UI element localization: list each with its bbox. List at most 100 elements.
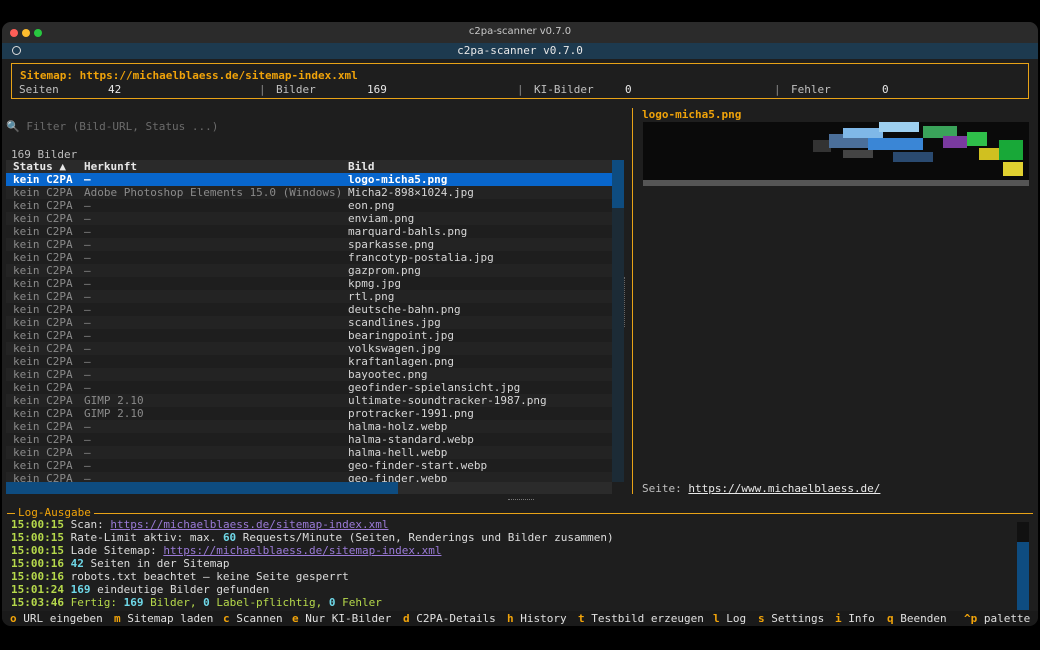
stat-label: Bilder bbox=[276, 83, 316, 96]
footer-key-log[interactable]: l Log bbox=[713, 611, 746, 626]
cell-herkunft: – bbox=[84, 355, 91, 368]
log-timestamp: 15:01:24 bbox=[11, 583, 64, 596]
key-hint: l bbox=[713, 612, 720, 625]
footer-key-sitemap-laden[interactable]: m Sitemap laden bbox=[114, 611, 213, 626]
table-row[interactable]: kein C2PA – bearingpoint.jpg bbox=[6, 329, 612, 342]
log-link[interactable]: https://michaelblaess.de/sitemap-index.x… bbox=[163, 544, 441, 557]
table-row[interactable]: kein C2PA – kraftanlagen.png bbox=[6, 355, 612, 368]
table-row[interactable]: kein C2PA – gazprom.png bbox=[6, 264, 612, 277]
column-header-status[interactable]: Status ▲ bbox=[13, 160, 66, 173]
table-row[interactable]: kein C2PA – francotyp-postalia.jpg bbox=[6, 251, 612, 264]
cell-bild: sparkasse.png bbox=[348, 238, 435, 251]
table-vertical-scrollbar[interactable] bbox=[612, 160, 624, 482]
key-hint: m bbox=[114, 612, 121, 625]
key-label: Nur KI-Bilder bbox=[305, 612, 392, 625]
table-row[interactable]: kein C2PA – halma-holz.webp bbox=[6, 420, 612, 433]
table-row[interactable]: kein C2PA – rtl.png bbox=[6, 290, 612, 303]
footer-key-nur-ki-bilder[interactable]: e Nur KI-Bilder bbox=[292, 611, 391, 626]
table-row[interactable]: kein C2PA GIMP 2.10 ultimate-soundtracker-… bbox=[6, 394, 612, 407]
table-row[interactable]: kein C2PA – geofinder-spielansicht.jpg bbox=[6, 381, 612, 394]
scrollbar-thumb[interactable] bbox=[6, 482, 398, 494]
stat-value: 169 bbox=[367, 83, 387, 96]
cell-bild: enviam.png bbox=[348, 212, 415, 225]
table-row[interactable]: kein C2PA – halma-hell.webp bbox=[6, 446, 612, 459]
footer-key-url-eingeben[interactable]: o URL eingeben bbox=[10, 611, 103, 626]
table-row[interactable]: kein C2PA – eon.png bbox=[6, 199, 612, 212]
key-label: Sitemap laden bbox=[127, 612, 214, 625]
cell-bild: bearingpoint.jpg bbox=[348, 329, 454, 342]
table-row[interactable]: kein C2PA – deutsche-bahn.png bbox=[6, 303, 612, 316]
cell-herkunft: – bbox=[84, 433, 91, 446]
table-row[interactable]: kein C2PA – marquard-bahls.png bbox=[6, 225, 612, 238]
log-text: eindeutige Bilder gefunden bbox=[90, 583, 270, 596]
table-row[interactable]: kein C2PA – halma-standard.webp bbox=[6, 433, 612, 446]
stat-fehler: | Fehler 0 bbox=[774, 83, 889, 96]
cell-status: kein C2PA bbox=[13, 290, 73, 303]
table-row[interactable]: kein C2PA – scandlines.jpg bbox=[6, 316, 612, 329]
horizontal-splitter-handle[interactable] bbox=[508, 499, 534, 500]
stat-bilder: | Bilder 169 bbox=[259, 83, 387, 96]
key-hint: h bbox=[507, 612, 514, 625]
key-hint: d bbox=[403, 612, 410, 625]
table-horizontal-scrollbar[interactable] bbox=[6, 482, 612, 494]
footer-key-palette[interactable]: ^p palette bbox=[964, 611, 1030, 626]
stat-label: Seiten bbox=[19, 83, 59, 96]
column-header-herkunft[interactable]: Herkunft bbox=[84, 160, 137, 173]
terminal-window: c2pa-scanner v0.7.0 c2pa-scanner v0.7.0 … bbox=[2, 22, 1038, 626]
cell-herkunft: GIMP 2.10 bbox=[84, 407, 144, 420]
scrollbar-thumb[interactable] bbox=[612, 160, 624, 208]
table-row[interactable]: kein C2PA – sparkasse.png bbox=[6, 238, 612, 251]
log-text: Scan: bbox=[70, 518, 111, 531]
table-row[interactable]: kein C2PA Adobe Photoshop Elements 15.0 (… bbox=[6, 186, 612, 199]
log-text: 169 bbox=[70, 583, 91, 596]
stat-value: 0 bbox=[625, 83, 632, 96]
table-row[interactable]: kein C2PA – bayootec.png bbox=[6, 368, 612, 381]
footer-key-history[interactable]: h History bbox=[507, 611, 567, 626]
cell-herkunft: – bbox=[84, 446, 91, 459]
footer-key-scannen[interactable]: c Scannen bbox=[223, 611, 283, 626]
cell-status: kein C2PA bbox=[13, 251, 73, 264]
search-icon: 🔍 bbox=[6, 120, 20, 133]
log-scrollbar[interactable] bbox=[1017, 522, 1029, 610]
log-timestamp: 15:00:16 bbox=[11, 570, 64, 583]
log-text: Requests/Minute (Seiten, Renderings und … bbox=[236, 531, 614, 544]
column-header-bild[interactable]: Bild bbox=[348, 160, 375, 173]
preview-page-link[interactable]: https://www.michaelblaess.de/ bbox=[688, 482, 880, 495]
log-line: 15:00:15 Rate-Limit aktiv: max. 60 Reque… bbox=[11, 531, 614, 544]
window-title: c2pa-scanner v0.7.0 bbox=[468, 26, 572, 37]
keybinding-footer: o URL eingeben m Sitemap laden c Scannen e … bbox=[2, 611, 1038, 626]
key-hint: ^p bbox=[964, 612, 978, 625]
cell-bild: halma-holz.webp bbox=[348, 420, 448, 433]
table-row[interactable]: kein C2PA – geo-finder-start.webp bbox=[6, 459, 612, 472]
log-text: Label-pflichtig, bbox=[209, 596, 329, 609]
cell-herkunft: – bbox=[84, 420, 91, 433]
table-row[interactable]: kein C2PA – kpmg.jpg bbox=[6, 277, 612, 290]
cell-herkunft: – bbox=[84, 381, 91, 394]
table-row[interactable]: kein C2PA – logo-micha5.png bbox=[6, 173, 612, 186]
key-hint: o bbox=[10, 612, 17, 625]
table-row[interactable]: kein C2PA – volkswagen.jpg bbox=[6, 342, 612, 355]
footer-key-settings[interactable]: s Settings bbox=[758, 611, 824, 626]
log-timestamp: 15:00:16 bbox=[11, 557, 64, 570]
footer-key-testbild-erzeugen[interactable]: t Testbild erzeugen bbox=[578, 611, 704, 626]
log-timestamp: 15:00:15 bbox=[11, 544, 64, 557]
footer-key-c2pa-details[interactable]: d C2PA-Details bbox=[403, 611, 496, 626]
image-preview-panel: logo-micha5.png Seite: https://www.micha… bbox=[632, 108, 1034, 495]
cell-status: kein C2PA bbox=[13, 316, 73, 329]
filter-input[interactable]: 🔍 Filter (Bild-URL, Status ...) bbox=[6, 120, 218, 133]
table-row[interactable]: kein C2PA GIMP 2.10 protracker-1991.png bbox=[6, 407, 612, 420]
cell-bild: kpmg.jpg bbox=[348, 277, 401, 290]
log-link[interactable]: https://michaelblaess.de/sitemap-index.x… bbox=[110, 518, 388, 531]
key-label: History bbox=[520, 612, 567, 625]
footer-key-beenden[interactable]: q Beenden bbox=[887, 611, 947, 626]
table-row[interactable]: kein C2PA – enviam.png bbox=[6, 212, 612, 225]
footer-key-info[interactable]: i Info bbox=[835, 611, 875, 626]
cell-herkunft: – bbox=[84, 342, 91, 355]
image-table: Status ▲ Herkunft Bild kein C2PA – logo-mi… bbox=[6, 160, 612, 485]
log-timestamp: 15:00:15 bbox=[11, 531, 64, 544]
pane-splitter-handle[interactable] bbox=[624, 277, 627, 327]
cell-status: kein C2PA bbox=[13, 264, 73, 277]
preview-filename: logo-micha5.png bbox=[642, 108, 742, 121]
cell-status: kein C2PA bbox=[13, 277, 73, 290]
preview-page-label: Seite: bbox=[642, 482, 682, 495]
